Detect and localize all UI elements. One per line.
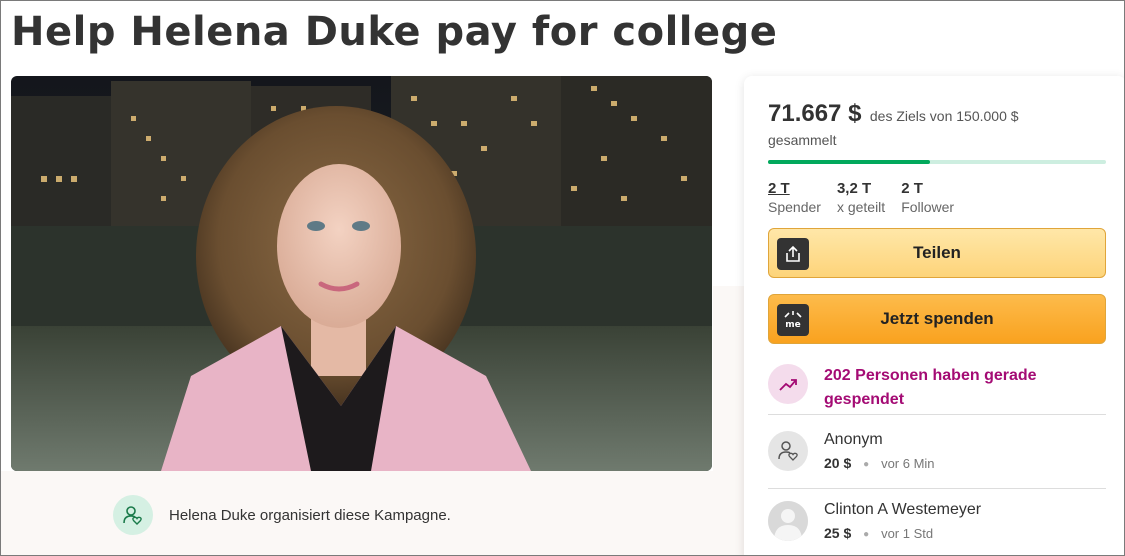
avatar-placeholder-icon [768,501,808,541]
donation-item: Anonym 20 $ ● vor 6 Min [768,431,935,471]
stat-donors-value[interactable]: 2 T [768,180,821,197]
donation-amount: 25 $ [824,525,852,541]
organizer-row: Helena Duke organisiert diese Kampagne. [113,495,451,535]
separator-dot: ● [863,458,870,470]
share-button-label: Teilen [913,243,961,262]
separator-dot: ● [863,528,870,540]
donate-button[interactable]: me Jetzt spenden [768,294,1106,344]
recent-donations-text: 202 Personen haben gerade gespendet [824,367,1037,408]
goal-text: des Ziels von 150.000 $ [869,108,1019,124]
stats-row: 2 T Spender 3,2 T x geteilt 2 T Follower [768,180,970,215]
share-button[interactable]: Teilen [768,228,1106,278]
organizer-text: Helena Duke organisiert diese Kampagne. [169,506,451,524]
share-icon [777,238,809,270]
donor-name: Anonym [824,431,883,448]
page-title: Help Helena Duke pay for college [11,9,778,55]
recent-donations-notice: 202 Personen haben gerade gespendet [768,364,1084,412]
campaign-photo[interactable] [11,76,712,471]
svg-text:me: me [785,320,800,330]
divider [768,488,1106,489]
stat-followers-label: Follower [901,199,955,215]
page-frame: Help Helena Duke pay for college Helena … [0,0,1125,556]
divider [768,414,1106,415]
gofundme-logo-icon: me [777,304,809,336]
stat-shares: 3,2 T x geteilt [837,180,885,215]
donation-card: 71.667 $ des Ziels von 150.000 $ gesamme… [744,76,1124,555]
stat-donors-label: Spender [768,199,821,215]
donation-time: vor 6 Min [881,456,935,471]
stat-donors[interactable]: 2 T Spender [768,180,821,215]
donation-item: Clinton A Westemeyer 25 $ ● vor 1 Std [768,501,981,541]
collected-label: gesammelt [768,132,837,148]
stat-shares-label: x geteilt [836,199,886,215]
campaign-photo-image [11,76,712,471]
raised-amount: 71.667 $ [768,100,862,127]
person-heart-icon [113,495,153,535]
stat-shares-value: 3,2 T [836,180,872,197]
stat-followers-value: 2 T [901,180,923,197]
donation-amount: 20 $ [824,455,852,471]
stat-followers: 2 T Follower [901,180,954,215]
donate-button-label: Jetzt spenden [880,309,994,328]
progress-bar [768,160,1106,164]
progress-fill [768,160,930,164]
donation-time: vor 1 Std [881,526,934,541]
trending-up-icon [768,364,808,404]
donor-heart-icon [768,431,808,471]
donor-name: Clinton A Westemeyer [824,501,982,518]
raised-summary: 71.667 $ des Ziels von 150.000 $ [768,100,1019,128]
